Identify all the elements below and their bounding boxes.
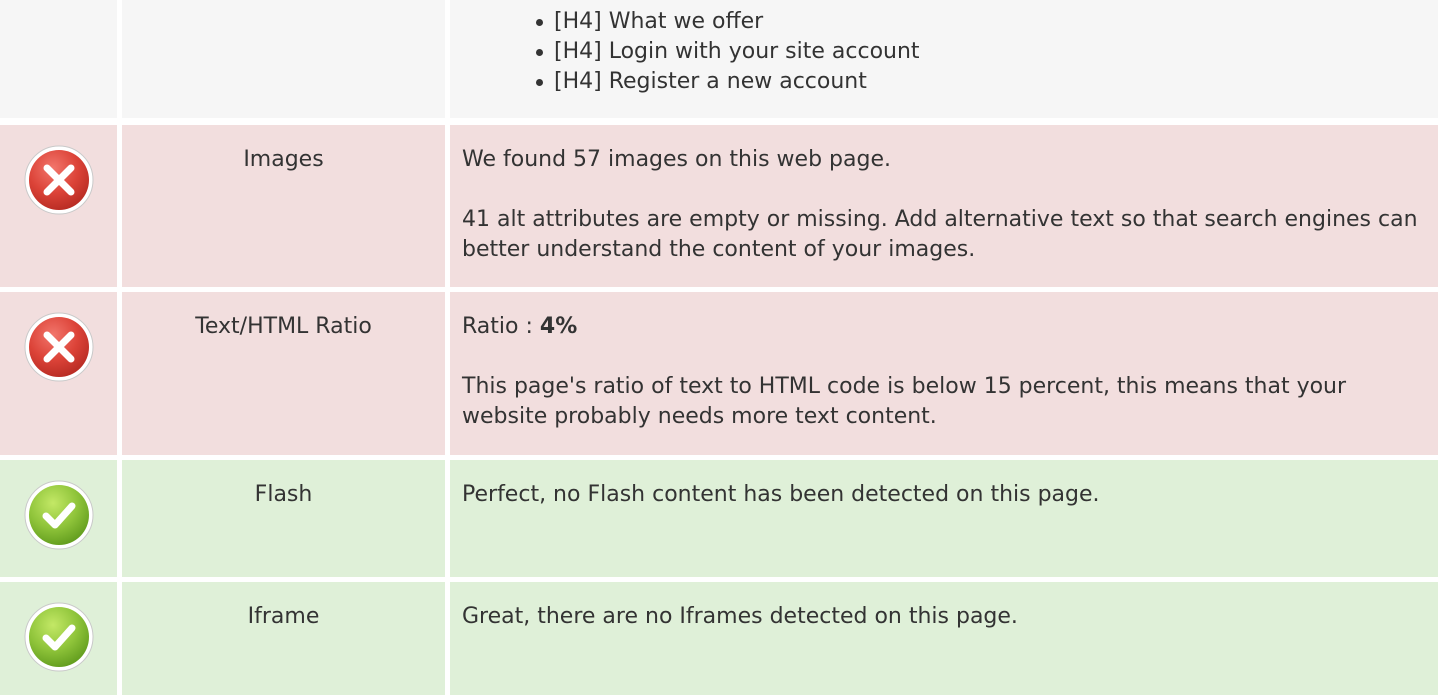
status-cell [0, 292, 117, 455]
check-name-flash: Flash [122, 460, 445, 577]
images-summary: We found 57 images on this web page. [462, 147, 891, 172]
check-description-text-html-ratio: Ratio : 4% This page's ratio of text to … [450, 292, 1438, 455]
check-icon [24, 602, 94, 672]
headings-row: [H4] What we offer [H4] Login with your … [0, 0, 1446, 118]
iframe-row: Iframe Great, there are no Iframes detec… [0, 582, 1446, 695]
list-item: [H4] Login with your site account [536, 37, 920, 67]
check-name-cell [122, 0, 445, 118]
check-description-flash: Perfect, no Flash content has been detec… [450, 460, 1438, 577]
status-cell [0, 582, 117, 695]
list-item: [H4] What we offer [536, 7, 920, 37]
status-cell [0, 0, 117, 118]
status-cell [0, 460, 117, 577]
check-icon [24, 480, 94, 550]
headings-list: [H4] What we offer [H4] Login with your … [536, 7, 920, 97]
ratio-label: Ratio : [462, 314, 540, 339]
flash-result: Perfect, no Flash content has been detec… [462, 482, 1100, 507]
check-name-iframe: Iframe [122, 582, 445, 695]
ratio-line: Ratio : 4% [462, 312, 1426, 342]
error-x-icon [24, 312, 94, 382]
check-description-iframe: Great, there are no Iframes detected on … [450, 582, 1438, 695]
ratio-advice: This page's ratio of text to HTML code i… [462, 374, 1347, 429]
iframe-result: Great, there are no Iframes detected on … [462, 604, 1018, 629]
ratio-value: 4% [539, 314, 578, 339]
list-item: [H4] Register a new account [536, 67, 920, 97]
error-x-icon [24, 145, 94, 215]
text-html-ratio-row: Text/HTML Ratio Ratio : 4% This page's r… [0, 292, 1446, 455]
check-name-images: Images [122, 125, 445, 287]
status-cell [0, 125, 117, 287]
images-row: Images We found 57 images on this web pa… [0, 125, 1446, 287]
flash-row: Flash Perfect, no Flash content has been… [0, 460, 1446, 577]
images-alt-advice: 41 alt attributes are empty or missing. … [462, 207, 1418, 262]
check-description-images: We found 57 images on this web page. 41 … [450, 125, 1438, 287]
check-name-text-html-ratio: Text/HTML Ratio [122, 292, 445, 455]
